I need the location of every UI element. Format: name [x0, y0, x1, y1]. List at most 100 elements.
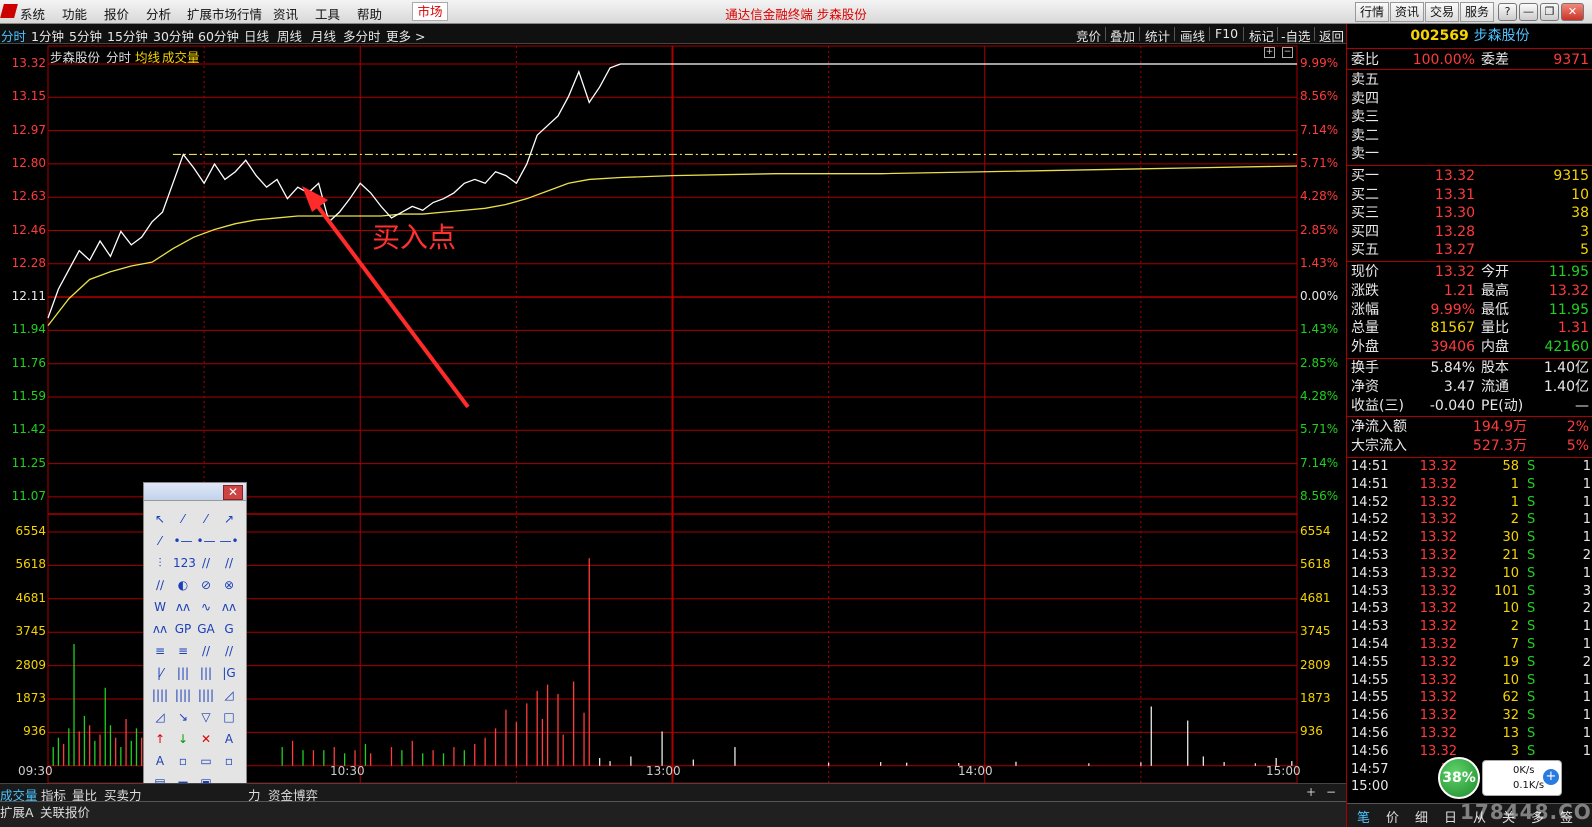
period-multi-intraday[interactable]: 多分时: [343, 26, 381, 45]
drawing-tool-icon[interactable]: ▭: [196, 751, 216, 771]
drawing-tool-icon[interactable]: ||||: [196, 685, 216, 705]
help-icon[interactable]: ?: [1498, 3, 1517, 21]
tick-row[interactable]: 14:56 13.32 32 S 1: [1351, 707, 1591, 725]
drawing-tool-icon[interactable]: GA: [196, 619, 216, 639]
tool-draw[interactable]: 画线: [1180, 26, 1205, 45]
zoom-out-icon[interactable]: −: [1282, 47, 1293, 58]
tick-row[interactable]: 14:52 13.32 1 S 1: [1351, 494, 1591, 512]
panel-tab[interactable]: 价: [1386, 807, 1399, 826]
period-weekly[interactable]: 周线: [277, 26, 302, 45]
drawing-tool-icon[interactable]: |⁄: [150, 663, 170, 683]
drawing-tool-icon[interactable]: |||: [173, 663, 193, 683]
tick-row[interactable]: 14:53 13.32 101 S 3: [1351, 583, 1591, 601]
plus-icon[interactable]: +: [1543, 769, 1559, 785]
tick-row[interactable]: 14:54 13.32 7 S 1: [1351, 636, 1591, 654]
drawing-tool-icon[interactable]: //: [219, 553, 239, 573]
drawing-tool-icon[interactable]: ▽: [196, 707, 216, 727]
service-button[interactable]: 服务: [1460, 2, 1495, 22]
drawing-tool-icon[interactable]: ↗: [219, 509, 239, 529]
tick-row[interactable]: 14:56 13.32 3 S 1: [1351, 743, 1591, 761]
trade-button[interactable]: 交易: [1425, 2, 1460, 22]
tick-row[interactable]: 14:55 13.32 10 S 1: [1351, 672, 1591, 690]
drawing-tool-icon[interactable]: ↑: [150, 729, 170, 749]
tick-row[interactable]: 14:53 13.32 10 S 1: [1351, 565, 1591, 583]
network-speed-widget[interactable]: 0K/s 0.1K/s +: [1482, 760, 1562, 796]
tool-back[interactable]: 返回: [1319, 26, 1344, 45]
menu-extended-market[interactable]: 扩展市场行情: [187, 4, 262, 23]
minimize-icon[interactable]: —: [1519, 3, 1538, 21]
period-60min[interactable]: 60分钟: [198, 26, 239, 45]
drawing-tool-icon[interactable]: ↓: [173, 729, 193, 749]
drawing-tool-icon[interactable]: ◐: [173, 575, 193, 595]
drawing-tool-icon[interactable]: //: [219, 641, 239, 661]
menu-function[interactable]: 功能: [62, 4, 87, 23]
drawing-tool-icon[interactable]: ⁄: [196, 509, 216, 529]
drawing-tool-icon[interactable]: 123: [173, 553, 196, 573]
panel-tab[interactable]: 日: [1444, 807, 1457, 826]
drawing-toolbox[interactable]: ✕ ↖ ⁄ ⁄ ↗ ⁄ •— •— —• ⫶ 123////∕∕ ◐ ⊘ ⊗ Wᴧᴧ ∿ ᴧᴧ ᴧᴧ GP GA G ≡…: [143, 482, 247, 827]
tool-overlay[interactable]: 叠加: [1110, 26, 1135, 45]
tick-row[interactable]: 14:52 13.32 30 S 1: [1351, 529, 1591, 547]
drawing-tool-icon[interactable]: ≡: [173, 641, 193, 661]
restore-icon[interactable]: ❐: [1540, 3, 1559, 21]
tool-mark[interactable]: 标记: [1249, 26, 1274, 45]
period-monthly[interactable]: 月线: [311, 26, 336, 45]
drawing-tool-icon[interactable]: ⊘: [196, 575, 216, 595]
period-daily[interactable]: 日线: [244, 26, 269, 45]
market-tab[interactable]: 市场: [412, 2, 448, 21]
tick-row[interactable]: 14:56 13.32 13 S 1: [1351, 725, 1591, 743]
drawing-tool-icon[interactable]: ||||: [150, 685, 170, 705]
period-1min[interactable]: 1分钟: [31, 26, 64, 45]
zoom-in-icon[interactable]: +: [1264, 47, 1275, 58]
tick-row[interactable]: 14:53 13.32 2 S 1: [1351, 618, 1591, 636]
menu-analysis[interactable]: 分析: [146, 4, 171, 23]
drawing-tool-icon[interactable]: ⫶: [150, 553, 170, 573]
tool-f10[interactable]: F10: [1215, 26, 1238, 41]
toolbox-header[interactable]: ✕: [144, 483, 246, 501]
menu-tools[interactable]: 工具: [315, 4, 340, 23]
drawing-tool-icon[interactable]: ᴧᴧ: [219, 597, 239, 617]
drawing-tool-icon[interactable]: ∿: [196, 597, 216, 617]
drawing-tool-icon[interactable]: ᴧᴧ: [150, 619, 170, 639]
drawing-tool-icon[interactable]: ▫: [173, 751, 193, 771]
drawing-tool-icon[interactable]: ▫: [219, 751, 239, 771]
drawing-tool-icon[interactable]: //: [196, 553, 216, 573]
period-5min[interactable]: 5分钟: [69, 26, 102, 45]
tool-auction[interactable]: 竞价: [1076, 26, 1101, 45]
tick-row[interactable]: 14:53 13.32 21 S 2: [1351, 547, 1591, 565]
period-intraday[interactable]: 分时: [1, 26, 26, 45]
drawing-tool-icon[interactable]: ↘: [173, 707, 193, 727]
drawing-tool-icon[interactable]: ↖: [150, 509, 170, 529]
drawing-tool-icon[interactable]: ⊗: [219, 575, 239, 595]
tool-remove-favorite[interactable]: -自选: [1281, 26, 1311, 45]
period-15min[interactable]: 15分钟: [107, 26, 148, 45]
close-icon[interactable]: ✕: [1561, 3, 1584, 21]
tick-row[interactable]: 14:53 13.32 10 S 2: [1351, 600, 1591, 618]
drawing-tool-icon[interactable]: GP: [173, 619, 193, 639]
tool-stats[interactable]: 统计: [1145, 26, 1170, 45]
tick-row[interactable]: 14:51 13.32 1 S 1: [1351, 476, 1591, 494]
period-more[interactable]: 更多 >: [386, 26, 425, 45]
menu-help[interactable]: 帮助: [357, 4, 382, 23]
news-button[interactable]: 资讯: [1390, 2, 1425, 22]
panel-tab[interactable]: 细: [1415, 807, 1428, 826]
add-icon[interactable]: +: [1306, 785, 1316, 799]
status-tab-extended[interactable]: 扩展A: [0, 802, 34, 821]
period-30min[interactable]: 30分钟: [153, 26, 194, 45]
drawing-tool-icon[interactable]: ||||: [173, 685, 193, 705]
drawing-tool-icon[interactable]: •—: [173, 531, 193, 551]
network-speed-badge[interactable]: 38%: [1438, 757, 1480, 799]
drawing-tool-icon[interactable]: ∕∕: [150, 575, 170, 595]
status-tab-related-quote[interactable]: 关联报价: [40, 802, 90, 821]
drawing-tool-icon[interactable]: •—: [196, 531, 216, 551]
menu-system[interactable]: 系统: [20, 4, 45, 23]
tick-row[interactable]: 14:52 13.32 2 S 1: [1351, 511, 1591, 529]
drawing-tool-icon[interactable]: ◿: [219, 685, 239, 705]
drawing-tool-icon[interactable]: G: [219, 619, 239, 639]
drawing-tool-icon[interactable]: |G: [219, 663, 239, 683]
tick-row[interactable]: 14:51 13.32 58 S 1: [1351, 458, 1591, 476]
drawing-tool-icon[interactable]: ⁄: [173, 509, 193, 529]
quote-button[interactable]: 行情: [1355, 2, 1390, 22]
drawing-tool-icon[interactable]: //: [196, 641, 216, 661]
tick-row[interactable]: 14:55 13.32 62 S 1: [1351, 689, 1591, 707]
